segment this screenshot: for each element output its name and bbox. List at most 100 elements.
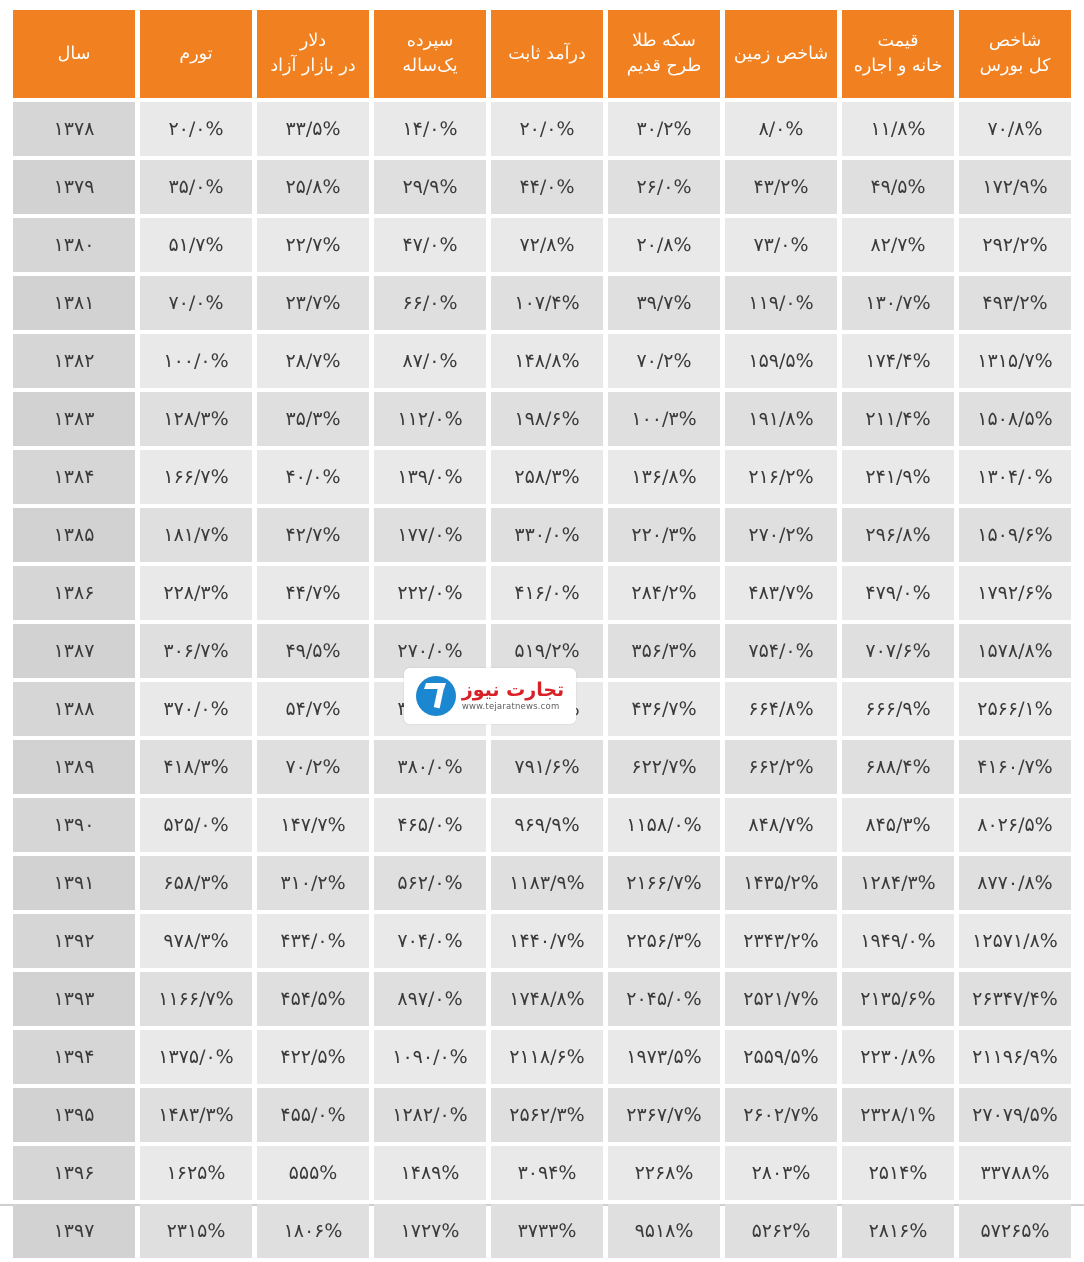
cell-inflation: ۲۳۱۵% (140, 1204, 252, 1258)
cell-deposit: ۳۲۴/۰% (374, 682, 486, 736)
cell-fixed: ۳۷۳۳% (491, 1204, 603, 1258)
cell-fixed: ۱۴۸/۸% (491, 334, 603, 388)
cell-deposit: ۱۷۷/۰% (374, 508, 486, 562)
cell-dollar: ۴۰/۰% (257, 450, 369, 504)
cell-coin: ۳۹/۷% (608, 276, 720, 330)
cell-dollar: ۳۳/۵% (257, 102, 369, 156)
table-row: ۱۲۵۷۱/۸% ۱۹۴۹/۰% ۲۳۴۳/۲% ۲۲۵۶/۳% ۱۴۴۰/۷% ۷۰۴/… (13, 914, 1071, 968)
cell-bourse: ۱۷۹۲/۶% (959, 566, 1071, 620)
cell-fixed: ۶۴۳/۰% (491, 682, 603, 736)
cell-inflation: ۱۶۲۵% (140, 1146, 252, 1200)
cell-year: ۱۳۹۶ (13, 1146, 135, 1200)
cell-year: ۱۳۹۲ (13, 914, 135, 968)
cell-coin: ۲۳۶۷/۷% (608, 1088, 720, 1142)
cell-inflation: ۱۴۸۳/۳% (140, 1088, 252, 1142)
cell-year: ۱۳۸۹ (13, 740, 135, 794)
table-row: ۱۷۹۲/۶% ۴۷۹/۰% ۴۸۳/۷% ۲۸۴/۲% ۴۱۶/۰% ۲۲۲/۰% ۴۴/… (13, 566, 1071, 620)
cell-house: ۱۹۴۹/۰% (842, 914, 954, 968)
cell-bourse: ۱۳۰۴/۰% (959, 450, 1071, 504)
column-header-coin: سکه طلا طرح قدیم (608, 10, 720, 98)
cell-fixed: ۹۶۹/۹% (491, 798, 603, 852)
cell-deposit: ۶۶/۰% (374, 276, 486, 330)
cell-land: ۲۵۵۹/۵% (725, 1030, 837, 1084)
cell-house: ۴۷۹/۰% (842, 566, 954, 620)
cell-bourse: ۲۱۱۹۶/۹% (959, 1030, 1071, 1084)
cell-deposit: ۸۹۷/۰% (374, 972, 486, 1026)
cell-bourse: ۸۰۲۶/۵% (959, 798, 1071, 852)
cell-land: ۴۸۳/۷% (725, 566, 837, 620)
cell-dollar: ۴۵۵/۰% (257, 1088, 369, 1142)
cell-deposit: ۵۶۲/۰% (374, 856, 486, 910)
cell-coin: ۳۵۶/۳% (608, 624, 720, 678)
cell-bourse: ۱۵۰۹/۶% (959, 508, 1071, 562)
cell-dollar: ۱۸۰۶% (257, 1204, 369, 1258)
cell-deposit: ۱۳۹/۰% (374, 450, 486, 504)
cell-coin: ۲۲۶۸% (608, 1146, 720, 1200)
cell-fixed: ۳۰۹۴% (491, 1146, 603, 1200)
cell-land: ۷۵۴/۰% (725, 624, 837, 678)
cell-inflation: ۴۱۸/۳% (140, 740, 252, 794)
cell-bourse: ۷۰/۸% (959, 102, 1071, 156)
cell-year: ۱۳۹۷ (13, 1204, 135, 1258)
cell-house: ۱۷۴/۴% (842, 334, 954, 388)
cell-dollar: ۴۲/۷% (257, 508, 369, 562)
cell-fixed: ۷۲/۸% (491, 218, 603, 272)
cell-year: ۱۳۸۸ (13, 682, 135, 736)
cell-fixed: ۵۱۹/۲% (491, 624, 603, 678)
cell-fixed: ۴۱۶/۰% (491, 566, 603, 620)
cell-deposit: ۸۷/۰% (374, 334, 486, 388)
cell-dollar: ۱۴۷/۷% (257, 798, 369, 852)
cell-fixed: ۲۵۸/۳% (491, 450, 603, 504)
cell-inflation: ۳۰۶/۷% (140, 624, 252, 678)
cell-coin: ۶۲۲/۷% (608, 740, 720, 794)
cell-land: ۸۴۸/۷% (725, 798, 837, 852)
table-row: ۳۳۷۸۸% ۲۵۱۴% ۲۸۰۳% ۲۲۶۸% ۳۰۹۴% ۱۴۸۹% ۵۵۵% ۱۶۲۵%… (13, 1146, 1071, 1200)
cell-house: ۸۲/۷% (842, 218, 954, 272)
table-row: ۱۳۰۴/۰% ۲۴۱/۹% ۲۱۶/۲% ۱۳۶/۸% ۲۵۸/۳% ۱۳۹/۰% ۴۰/… (13, 450, 1071, 504)
cell-bourse: ۲۹۲/۲% (959, 218, 1071, 272)
cell-fixed: ۴۴/۰% (491, 160, 603, 214)
cell-house: ۲۸۱۶% (842, 1204, 954, 1258)
cell-inflation: ۹۷۸/۳% (140, 914, 252, 968)
cell-coin: ۷۰/۲% (608, 334, 720, 388)
cell-inflation: ۲۰/۰% (140, 102, 252, 156)
cell-fixed: ۱۷۴۸/۸% (491, 972, 603, 1026)
column-header-deposit: سپرده یک‌ساله (374, 10, 486, 98)
cell-land: ۲۸۰۳% (725, 1146, 837, 1200)
cell-house: ۱۳۰/۷% (842, 276, 954, 330)
cell-land: ۲۵۲۱/۷% (725, 972, 837, 1026)
cell-coin: ۲۰/۸% (608, 218, 720, 272)
cell-deposit: ۴۶۵/۰% (374, 798, 486, 852)
cell-deposit: ۲۲۲/۰% (374, 566, 486, 620)
returns-table-container: شاخص کل بورس قیمت خانه و اجاره شاخص زمین… (0, 0, 1084, 1258)
cell-house: ۲۳۲۸/۱% (842, 1088, 954, 1142)
table-row: ۷۰/۸% ۱۱/۸% ۸/۰% ۳۰/۲% ۲۰/۰% ۱۴/۰% ۳۳/۵% ۲۰/۰% ۱… (13, 102, 1071, 156)
cell-land: ۱۱۹/۰% (725, 276, 837, 330)
cell-land: ۲۷۰/۲% (725, 508, 837, 562)
cell-fixed: ۱۹۸/۶% (491, 392, 603, 446)
table-row: ۴۹۳/۲% ۱۳۰/۷% ۱۱۹/۰% ۳۹/۷% ۱۰۷/۴% ۶۶/۰% ۲۳/۷% ۷… (13, 276, 1071, 330)
cell-year: ۱۳۸۰ (13, 218, 135, 272)
cell-deposit: ۱۲۸۲/۰% (374, 1088, 486, 1142)
cell-bourse: ۱۷۲/۹% (959, 160, 1071, 214)
cell-year: ۱۳۹۴ (13, 1030, 135, 1084)
cell-year: ۱۳۸۴ (13, 450, 135, 504)
cell-fixed: ۱۴۴۰/۷% (491, 914, 603, 968)
table-row: ۱۵۰۸/۵% ۲۱۱/۴% ۱۹۱/۸% ۱۰۰/۳% ۱۹۸/۶% ۱۱۲/۰% ۳۵/… (13, 392, 1071, 446)
cell-year: ۱۳۷۹ (13, 160, 135, 214)
table-row: ۸۷۷۰/۸% ۱۲۸۴/۳% ۱۴۳۵/۲% ۲۱۶۶/۷% ۱۱۸۳/۹% ۵۶۲/۰… (13, 856, 1071, 910)
column-header-dollar: دلار در بازار آزاد (257, 10, 369, 98)
cell-house: ۲۱۳۵/۶% (842, 972, 954, 1026)
cell-dollar: ۳۵/۳% (257, 392, 369, 446)
cell-coin: ۱۹۷۳/۵% (608, 1030, 720, 1084)
cell-year: ۱۳۸۵ (13, 508, 135, 562)
column-header-fixed: درآمد ثابت (491, 10, 603, 98)
cell-year: ۱۳۸۱ (13, 276, 135, 330)
cell-deposit: ۷۰۴/۰% (374, 914, 486, 968)
cell-dollar: ۴۹/۵% (257, 624, 369, 678)
cell-dollar: ۷۰/۲% (257, 740, 369, 794)
table-row: ۱۷۲/۹% ۴۹/۵% ۴۳/۲% ۲۶/۰% ۴۴/۰% ۲۹/۹% ۲۵/۸% ۳۵/۰… (13, 160, 1071, 214)
table-row: ۸۰۲۶/۵% ۸۴۵/۳% ۸۴۸/۷% ۱۱۵۸/۰% ۹۶۹/۹% ۴۶۵/۰% ۱۴… (13, 798, 1071, 852)
cell-land: ۶۶۲/۲% (725, 740, 837, 794)
cell-coin: ۲۲۵۶/۳% (608, 914, 720, 968)
